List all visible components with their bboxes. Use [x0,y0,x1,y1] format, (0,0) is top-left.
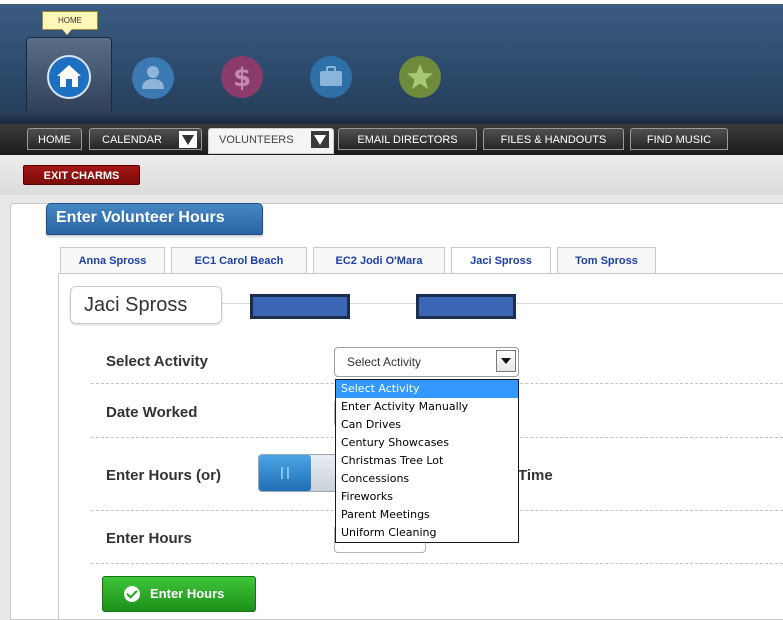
home-tooltip: HOME [42,11,98,30]
row-divider [91,563,783,564]
person-name-heading: Jaci Spross [70,286,222,324]
header-shine [0,0,783,4]
tab-files-handouts[interactable]: FILES & HANDOUTS [483,128,624,150]
briefcase-icon[interactable] [309,55,353,99]
date-worked-label: Date Worked [106,404,198,421]
tab-calendar[interactable]: CALENDAR [89,128,202,150]
enter-hours-label: Enter Hours [106,530,192,547]
person-tab-tom-spross[interactable]: Tom Spross [557,247,656,273]
star-icon[interactable] [398,55,442,99]
enter-hours-button-label: Enter Hours [150,586,225,601]
calendar-dropdown-icon[interactable] [179,131,197,148]
dropdown-option[interactable]: Fireworks [336,488,518,506]
svg-text:$: $ [233,63,251,93]
tooltip-arrow [62,29,72,35]
select-activity-label: Select Activity [106,353,208,370]
redacted-block [416,294,516,319]
tab-home[interactable]: HOME [27,128,82,150]
tab-find-music-label: FIND MUSIC [646,134,712,146]
toggle-knob[interactable] [259,455,311,491]
dropdown-option[interactable]: Christmas Tree Lot [336,452,518,470]
dropdown-option[interactable]: Can Drives [336,416,518,434]
tab-calendar-label: CALENDAR [102,134,162,146]
panel-title: Enter Volunteer Hours [46,203,263,235]
dropdown-option[interactable]: Enter Activity Manually [336,398,518,416]
tab-email-directors[interactable]: EMAIL DIRECTORS [338,128,477,150]
activity-select[interactable]: Select Activity [334,347,519,377]
tab-find-music[interactable]: FIND MUSIC [630,128,728,150]
check-icon [124,586,140,602]
tab-volunteers[interactable]: VOLUNTEERS [208,128,334,154]
enter-time-label: Time [518,467,553,484]
enter-hours-button[interactable]: Enter Hours [102,576,256,612]
chevron-down-icon[interactable] [496,350,516,372]
volunteers-dropdown-icon[interactable] [311,131,329,148]
person-tab-jodi-omara[interactable]: EC2 Jodi O'Mara [313,247,445,273]
activity-dropdown-list: Select Activity Enter Activity Manually … [335,379,519,543]
dropdown-option[interactable]: Concessions [336,470,518,488]
nav-strip [0,112,783,124]
dropdown-option[interactable]: Century Showcases [336,434,518,452]
sub-toolbar: EXIT CHARMS [0,155,783,195]
person-tab-jaci-spross[interactable]: Jaci Spross [451,247,551,274]
enter-hours-or-label: Enter Hours (or) [106,467,222,484]
dropdown-option[interactable]: Parent Meetings [336,506,518,524]
tab-volunteers-label: VOLUNTEERS [219,134,294,146]
dropdown-option[interactable]: Select Activity [336,380,518,398]
person-icon[interactable] [131,56,175,100]
exit-charms-button[interactable]: EXIT CHARMS [23,165,140,185]
tab-email-directors-label: EMAIL DIRECTORS [357,134,458,146]
dollar-icon[interactable]: $ [220,55,264,99]
main-nav: HOME CALENDAR VOLUNTEERS EMAIL DIRECTORS… [0,124,783,155]
person-tab-anna-spross[interactable]: Anna Spross [60,247,165,273]
tab-home-label: HOME [38,134,71,146]
dropdown-option[interactable]: Uniform Cleaning [336,524,518,542]
tab-files-handouts-label: FILES & HANDOUTS [500,134,607,146]
person-tab-carol-beach[interactable]: EC1 Carol Beach [171,247,307,273]
hours-time-toggle[interactable] [258,454,338,492]
home-icon[interactable] [47,55,91,99]
redacted-block [250,294,350,319]
